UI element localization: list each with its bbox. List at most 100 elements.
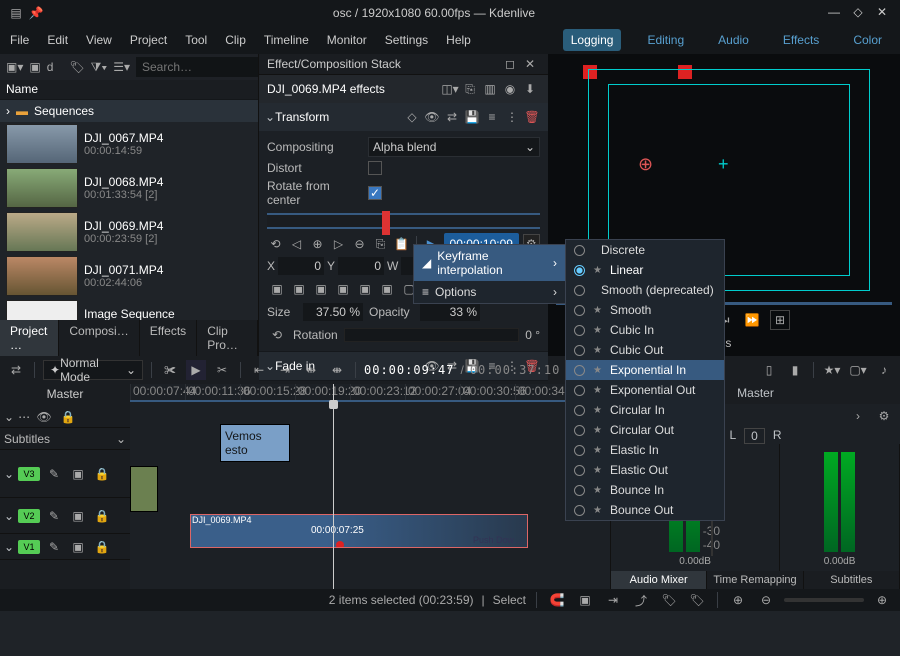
clip-v3[interactable] — [130, 466, 158, 512]
minimize-icon[interactable]: — — [826, 5, 842, 21]
mute-icon[interactable]: ▣ — [68, 464, 88, 484]
tab-effects[interactable]: Effects — [140, 320, 197, 356]
align-4-icon[interactable]: ▣ — [333, 279, 353, 299]
lock-icon[interactable]: 🔒 — [92, 537, 112, 557]
align-6-icon[interactable]: ▣ — [377, 279, 397, 299]
zoom-in-icon[interactable]: ⊕ — [872, 590, 892, 610]
align-3-icon[interactable]: ▣ — [311, 279, 331, 299]
tool-ripple-icon[interactable]: ⇹ — [301, 360, 321, 380]
interp-smooth[interactable]: ★Smooth — [566, 300, 724, 320]
tag-icon[interactable]: 🏷 — [69, 57, 84, 77]
delete-effect-icon[interactable]: 🗑 — [522, 107, 542, 127]
visible-icon[interactable]: 👁 — [34, 407, 54, 427]
bin-item[interactable]: DJI_0071.MP400:02:44:06 — [0, 254, 258, 298]
paste-kf-icon[interactable]: 📋 — [393, 234, 410, 254]
tl-preview-icon[interactable]: ▢▾ — [848, 360, 868, 380]
playhead-marker[interactable] — [382, 211, 390, 235]
tool-cut-icon[interactable]: ✂ — [212, 360, 232, 380]
mon-edit-mode-icon[interactable]: ⊞ — [770, 310, 790, 330]
layout-color[interactable]: Color — [845, 29, 890, 51]
download-icon[interactable]: ⬇ — [520, 79, 540, 99]
track-compositing-icon[interactable]: ⇄ — [6, 360, 26, 380]
clip-v2[interactable]: DJI_0069.MP4 00:00:07:25 Push Dow… — [190, 514, 528, 548]
menu-edit[interactable]: Edit — [47, 33, 68, 47]
rotate-center-checkbox[interactable]: ✓ — [368, 186, 382, 200]
fx-icon[interactable]: ✎ — [44, 506, 64, 526]
save-stack-icon[interactable]: ⎘ — [460, 79, 480, 99]
menu-project[interactable]: Project — [130, 33, 167, 47]
visible-icon[interactable]: 👁 — [422, 107, 442, 127]
menu-keyframe-interpolation[interactable]: ◢ Keyframe interpolation › — [414, 245, 565, 281]
menu-help[interactable]: Help — [446, 33, 471, 47]
menu-timeline[interactable]: Timeline — [264, 33, 309, 47]
maximize-icon[interactable]: ◇ — [850, 5, 866, 21]
db-value[interactable]: 0.00dB — [679, 556, 711, 567]
copy-kf-icon[interactable]: ⎘ — [372, 234, 389, 254]
tags-icon[interactable]: 🏷 — [659, 590, 679, 610]
compositing-select[interactable]: Alpha blend ⌄ — [368, 137, 540, 157]
interp-smooth-dep[interactable]: Smooth (deprecated) — [566, 280, 724, 300]
filter-icon[interactable]: ⧩▾ — [91, 57, 108, 77]
pin-icon[interactable]: 📌 — [26, 3, 46, 23]
tags2-icon[interactable]: 🏷 — [687, 590, 707, 610]
align-2-icon[interactable]: ▣ — [289, 279, 309, 299]
edit-mode-select[interactable]: ✦ Normal Mode ⌄ — [43, 360, 143, 380]
enable-stack-icon[interactable]: ◉ — [500, 79, 520, 99]
add-kf-icon[interactable]: ⊕ — [309, 234, 326, 254]
menu-monitor[interactable]: Monitor — [327, 33, 367, 47]
move-down-icon[interactable]: ≡ — [482, 107, 502, 127]
balance-value[interactable]: 0 — [744, 428, 765, 444]
menu-clip[interactable]: Clip — [225, 33, 246, 47]
tool-play-icon[interactable]: ▶ — [186, 360, 206, 380]
tool-spacer-icon[interactable]: ⇤ — [249, 360, 269, 380]
interp-circ-out[interactable]: ★Circular Out — [566, 420, 724, 440]
zoom-out-icon[interactable]: ⊖ — [756, 590, 776, 610]
splitview-icon[interactable]: ◫▾ — [440, 79, 460, 99]
fx-icon[interactable]: ✎ — [44, 464, 64, 484]
lock-icon[interactable]: 🔒 — [92, 506, 112, 526]
tab-clip-properties[interactable]: Clip Pro… — [197, 320, 258, 356]
remove-kf-icon[interactable]: ⊖ — [351, 234, 368, 254]
menu-settings[interactable]: Settings — [385, 33, 428, 47]
tab-subtitles[interactable]: Subtitles — [804, 571, 900, 589]
tool-1-icon[interactable]: ✀ — [160, 360, 180, 380]
goto-prev-kf-icon[interactable]: ⟲ — [267, 234, 284, 254]
close-icon[interactable]: ✕ — [874, 5, 890, 21]
interp-elastic-in[interactable]: ★Elastic In — [566, 440, 724, 460]
collapse-icon[interactable]: ⌄ — [4, 410, 14, 424]
interp-cubic-out[interactable]: ★Cubic Out — [566, 340, 724, 360]
folder-add-icon[interactable]: ▣ — [29, 57, 40, 77]
layout-effects[interactable]: Effects — [775, 29, 827, 51]
center-cross-icon[interactable]: + — [718, 154, 729, 175]
bin-item[interactable]: DJI_0069.MP400:00:23:59 [2] — [0, 210, 258, 254]
layout-audio[interactable]: Audio — [710, 29, 757, 51]
tool-spacer2-icon[interactable]: ⇥ — [275, 360, 295, 380]
timeline-canvas[interactable]: 00:00:07:44 00:00:11:36 00:00:15:28 00:0… — [130, 384, 610, 589]
view-mode-icon[interactable]: ▥ — [480, 79, 500, 99]
tl-marker-icon[interactable]: ▯ — [759, 360, 779, 380]
y-input[interactable] — [338, 257, 384, 275]
collapse-icon[interactable]: ⌄ — [4, 540, 14, 554]
align-5-icon[interactable]: ▣ — [355, 279, 375, 299]
menu-view[interactable]: View — [86, 33, 112, 47]
delete-clip-icon[interactable]: d — [47, 57, 54, 77]
tab-compositions[interactable]: Composi… — [59, 320, 139, 356]
options-icon[interactable]: ☰▾ — [113, 57, 130, 77]
interp-cubic-in[interactable]: ★Cubic In — [566, 320, 724, 340]
lock-icon[interactable]: 🔒 — [92, 464, 112, 484]
show-audio-icon[interactable]: ⤴ — [631, 590, 651, 610]
collapse-icon[interactable]: ⌄ — [4, 467, 14, 481]
opacity-input[interactable] — [420, 303, 480, 321]
next-kf-icon[interactable]: ▷ — [330, 234, 347, 254]
interp-bounce-out[interactable]: ★Bounce Out — [566, 500, 724, 520]
master-track-label[interactable]: Master — [0, 384, 130, 406]
interp-exp-out[interactable]: ★Exponential Out — [566, 380, 724, 400]
rotation-reset-icon[interactable]: ⟲ — [267, 325, 287, 345]
zoom-slider[interactable] — [784, 598, 864, 602]
tl-audio-icon[interactable]: ♪ — [874, 360, 894, 380]
show-thumbs-icon[interactable]: ▣ — [575, 590, 595, 610]
timeline-ruler[interactable]: 00:00:07:44 00:00:11:36 00:00:15:28 00:0… — [130, 384, 610, 402]
mon-zone-icon[interactable]: ⏩ — [742, 310, 762, 330]
subtitles-track[interactable]: Subtitles ⌄ — [0, 428, 130, 450]
x-input[interactable] — [278, 257, 324, 275]
